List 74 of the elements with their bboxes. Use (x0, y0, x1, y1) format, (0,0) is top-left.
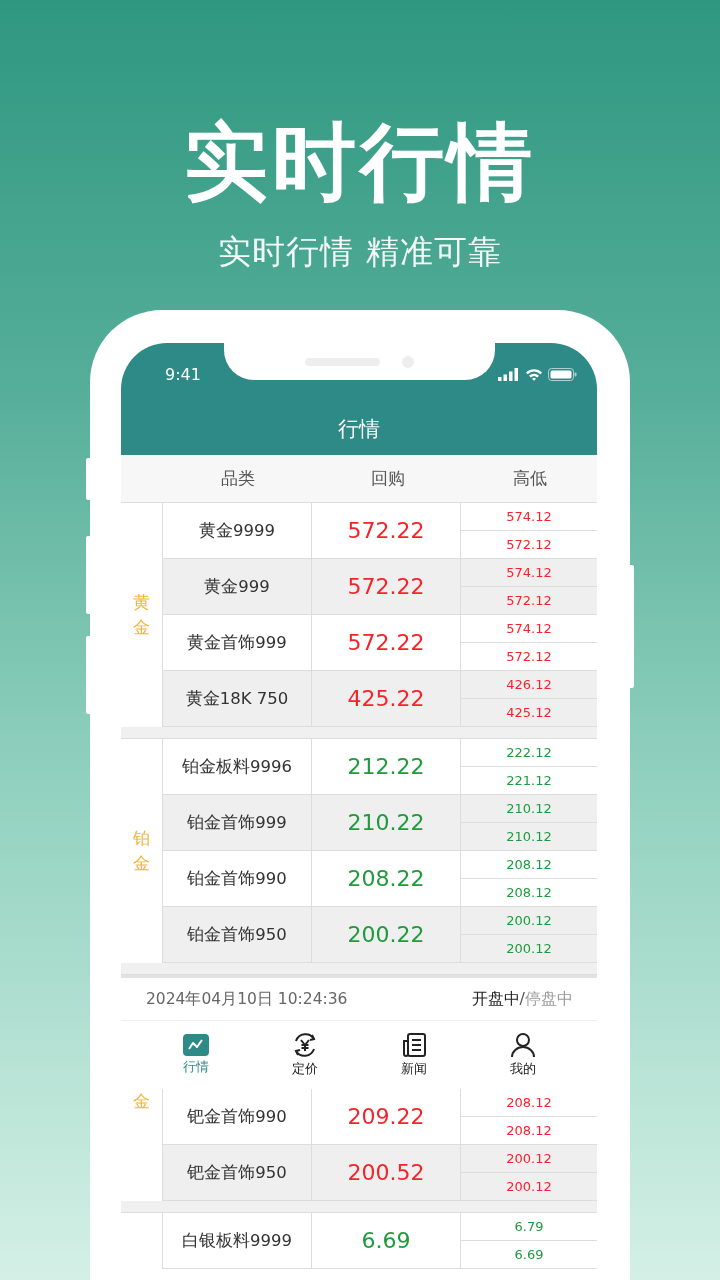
product-name: 钯金首饰950 (163, 1145, 312, 1200)
product-name: 铂金首饰950 (163, 907, 312, 962)
high-price: 222.12 (505, 744, 553, 762)
low-price: 208.12 (461, 1116, 597, 1144)
page-title: 行情 (337, 416, 381, 443)
low-price: 200.12 (461, 1172, 597, 1200)
low-price: 572.12 (461, 586, 597, 614)
buyback-price: 6.69 (312, 1213, 461, 1268)
low-price: 572.12 (461, 530, 597, 558)
buyback-price: 209.22 (312, 1089, 461, 1144)
column-header: 回购 (369, 467, 406, 490)
price-row[interactable]: 白银板料9999 6.69 6.79 6.69 (163, 1213, 597, 1269)
buyback-price: 572.22 (312, 559, 461, 614)
subtitle: 实时行情 精准可靠 (218, 232, 502, 272)
tab[interactable]: 行情 (155, 1021, 236, 1089)
buyback-price: 208.22 (312, 851, 461, 906)
low-price: 208.12 (461, 878, 597, 906)
signal-icon (498, 367, 520, 381)
wifi-icon (525, 367, 543, 381)
tab[interactable]: 我的 (482, 1021, 563, 1089)
category-label: 铂金 (133, 826, 150, 875)
price-row[interactable]: 铂金首饰999 210.22 210.12 210.12 (163, 795, 597, 851)
category-label: 金 (133, 1090, 150, 1113)
high-price: 574.12 (505, 564, 553, 582)
product-name: 铂金首饰999 (163, 795, 312, 850)
chart-icon (182, 1034, 209, 1056)
product-name: 黄金18K 750 (163, 671, 312, 726)
low-price: 210.12 (461, 822, 597, 850)
column-header: 品类 (220, 467, 256, 490)
newspaper-icon (400, 1032, 427, 1058)
headline: 实时行情 (184, 112, 536, 212)
price-row[interactable]: 黄金999 572.22 574.12 572.12 (163, 559, 597, 615)
person-icon (509, 1032, 536, 1058)
price-row[interactable]: 黄金18K 750 425.22 426.12 425.12 (163, 671, 597, 727)
price-row[interactable]: 钯金首饰950 200.52 200.12 200.12 (163, 1145, 597, 1201)
datetime: 2024年04月10日 10:24:36 (146, 988, 348, 1010)
product-name: 黄金9999 (163, 503, 312, 558)
product-name: 白银板料9999 (163, 1213, 312, 1268)
price-row[interactable]: 铂金首饰950 200.22 200.12 200.12 (163, 907, 597, 963)
product-name: 黄金999 (163, 559, 312, 614)
buyback-price: 200.22 (312, 907, 461, 962)
buyback-price: 425.22 (312, 671, 461, 726)
market-status: 开盘中 (471, 988, 520, 1010)
high-price: 208.12 (505, 856, 553, 874)
tab[interactable]: 定价 (264, 1021, 345, 1089)
low-price: 200.12 (461, 934, 597, 962)
product-name: 铂金板料9996 (163, 739, 312, 794)
separator: / (519, 988, 525, 1010)
high-price: 574.12 (505, 620, 553, 638)
product-name: 钯金首饰990 (163, 1089, 312, 1144)
high-price: 200.12 (505, 912, 553, 930)
high-price: 6.79 (513, 1218, 545, 1236)
product-name: 铂金首饰990 (163, 851, 312, 906)
high-price: 426.12 (505, 676, 553, 694)
buyback-price: 572.22 (312, 615, 461, 670)
product-name: 黄金首饰999 (163, 615, 312, 670)
high-price: 208.12 (505, 1094, 553, 1112)
high-price: 210.12 (505, 800, 553, 818)
status-time: 9:41 (165, 364, 201, 384)
tab[interactable]: 新闻 (373, 1021, 454, 1089)
buyback-price: 572.22 (312, 503, 461, 558)
column-header: 高低 (511, 467, 548, 490)
high-price: 574.12 (505, 508, 553, 526)
low-price: 6.69 (461, 1240, 597, 1268)
category-label: 黄金 (133, 590, 150, 639)
market-status: 停盘中 (525, 988, 573, 1010)
battery-icon (548, 367, 577, 381)
low-price: 425.12 (461, 698, 597, 726)
high-price: 200.12 (505, 1150, 553, 1168)
low-price: 221.12 (461, 766, 597, 794)
buyback-price: 200.52 (312, 1145, 461, 1200)
buyback-price: 210.22 (312, 795, 461, 850)
low-price: 572.12 (461, 642, 597, 670)
buyback-price: 212.22 (312, 739, 461, 794)
